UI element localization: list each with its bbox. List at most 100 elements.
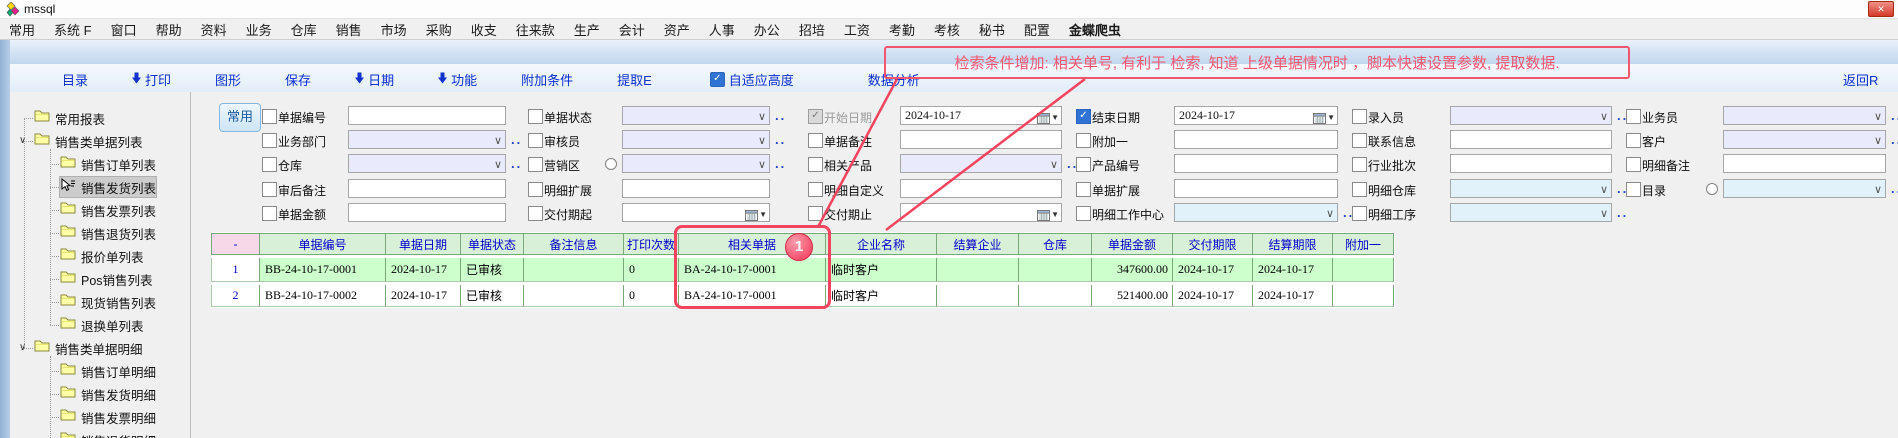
filter-checkbox-目录[interactable]	[1626, 182, 1641, 197]
table-header-备注信息[interactable]: 备注信息	[524, 233, 624, 255]
table-cell[interactable]: 2024-10-17	[1173, 285, 1253, 307]
sidebar-item-销售订单明细[interactable]: 销售订单明细	[60, 361, 156, 381]
filter-field-行业批次[interactable]	[1450, 154, 1612, 173]
filter-checkbox-仓库[interactable]	[262, 157, 277, 172]
table-header-单据编号[interactable]: 单据编号	[260, 233, 386, 255]
table-cell[interactable]: 2024-10-17	[386, 258, 461, 282]
filter-checkbox-开始日期[interactable]: ✓	[808, 109, 823, 124]
filter-field-业务员[interactable]: ∨	[1723, 106, 1886, 125]
menu-item-19[interactable]: 工资	[844, 20, 870, 39]
table-cell[interactable]: 0	[624, 258, 679, 282]
filter-field-相关产品[interactable]: ∨	[900, 154, 1062, 173]
menu-item-23[interactable]: 配置	[1024, 20, 1050, 39]
calendar-icon[interactable]: ▼	[1313, 109, 1335, 126]
sidebar-item-退换单列表[interactable]: 退换单列表	[60, 315, 144, 335]
table-header-打印次数[interactable]: 打印次数	[624, 233, 679, 255]
lookup-dots-客户[interactable]: ..	[1891, 132, 1898, 147]
menu-item-20[interactable]: 考勤	[889, 20, 915, 39]
dropdown-chevron-icon[interactable]: ∨	[1874, 132, 1882, 149]
filter-field-业务部门[interactable]: ∨	[348, 130, 506, 149]
dropdown-chevron-icon[interactable]: ∨	[1600, 108, 1608, 125]
lookup-dots-审核员[interactable]: ..	[775, 132, 786, 147]
menu-item-16[interactable]: 人事	[709, 20, 735, 39]
filter-checkbox-单据备注[interactable]	[808, 133, 823, 148]
lookup-dots-明细工序[interactable]: ..	[1617, 205, 1628, 220]
menu-item-2[interactable]: 系统 F	[54, 20, 92, 39]
table-header-rownum[interactable]: -	[211, 233, 260, 255]
table-cell[interactable]: 521400.00	[1092, 285, 1173, 307]
table-header-仓库[interactable]: 仓库	[1019, 233, 1092, 255]
dropdown-chevron-icon[interactable]: ∨	[1874, 108, 1882, 125]
calendar-icon[interactable]: ▼	[745, 206, 767, 223]
toolbar-item-5[interactable]: 日期	[355, 70, 394, 89]
table-header-交付期限[interactable]: 交付期限	[1173, 233, 1253, 255]
filter-field-录入员[interactable]: ∨	[1450, 106, 1612, 125]
sidebar-item-销售发票明细[interactable]: 销售发票明细	[60, 407, 156, 427]
filter-field-目录[interactable]: ∨	[1723, 179, 1886, 198]
filter-field-单据备注[interactable]	[900, 130, 1062, 149]
dropdown-chevron-icon[interactable]: ∨	[494, 156, 502, 173]
table-cell[interactable]: 2024-10-17	[1253, 285, 1333, 307]
filter-field-产品编号[interactable]	[1174, 154, 1338, 173]
table-cell[interactable]: 2024-10-17	[1253, 258, 1333, 282]
filter-field-交付期止[interactable]: ▼	[900, 203, 1062, 222]
filter-checkbox-业务部门[interactable]	[262, 133, 277, 148]
filter-checkbox-产品编号[interactable]	[1076, 157, 1091, 172]
filter-field-营销区[interactable]: ∨	[622, 154, 770, 173]
dropdown-chevron-icon[interactable]: ∨	[758, 108, 766, 125]
table-cell[interactable]: BB-24-10-17-0002	[260, 285, 386, 307]
toolbar-item-4[interactable]: 保存	[285, 70, 311, 89]
filter-field-单据编号[interactable]	[348, 106, 506, 125]
table-header-结算期限[interactable]: 结算期限	[1253, 233, 1333, 255]
filter-checkbox-明细仓库[interactable]	[1352, 182, 1367, 197]
filter-checkbox-营销区[interactable]	[528, 157, 543, 172]
menu-item-18[interactable]: 招培	[799, 20, 825, 39]
sidebar-item-销售退货列表[interactable]: 销售退货列表	[60, 223, 156, 243]
menu-item-4[interactable]: 帮助	[156, 20, 182, 39]
autofit-checkbox[interactable]: ✓	[710, 72, 725, 87]
calendar-icon[interactable]: ▼	[1037, 206, 1059, 223]
sidebar-item-常用报表[interactable]: 常用报表	[34, 108, 105, 128]
filter-checkbox-单据编号[interactable]	[262, 109, 277, 124]
menu-item-5[interactable]: 资料	[201, 20, 227, 39]
toolbar-item-8[interactable]: 提取E	[617, 70, 652, 89]
filter-checkbox-明细工作中心[interactable]	[1076, 206, 1091, 221]
lookup-dots-业务员[interactable]: ..	[1891, 108, 1898, 123]
filter-field-明细自定义[interactable]	[900, 179, 1062, 198]
table-cell[interactable]: 2	[211, 285, 260, 307]
table-cell[interactable]: 347600.00	[1092, 258, 1173, 282]
filter-checkbox-附加一[interactable]	[1076, 133, 1091, 148]
tab-common[interactable]: 常用	[219, 103, 261, 132]
menu-item-1[interactable]: 常用	[9, 20, 35, 39]
lookup-dots-单据状态[interactable]: ..	[775, 108, 786, 123]
filter-checkbox-客户[interactable]	[1626, 133, 1641, 148]
autofit-toggle[interactable]: ✓自适应高度	[710, 70, 794, 89]
menu-item-14[interactable]: 会计	[619, 20, 645, 39]
sidebar-item-销售订单列表[interactable]: 销售订单列表	[60, 154, 156, 174]
filter-field-仓库[interactable]: ∨	[348, 154, 506, 173]
menu-item-17[interactable]: 办公	[754, 20, 780, 39]
date-dropdown-caret[interactable]: ▼	[1327, 109, 1335, 126]
menu-item-9[interactable]: 市场	[381, 20, 407, 39]
filter-checkbox-单据状态[interactable]	[528, 109, 543, 124]
menu-item-8[interactable]: 销售	[336, 20, 362, 39]
filter-field-明细工作中心[interactable]: ∨	[1174, 203, 1338, 222]
filter-checkbox-明细扩展[interactable]	[528, 182, 543, 197]
table-cell[interactable]: 已审核	[461, 285, 524, 307]
table-cell[interactable]: 临时客户	[826, 285, 937, 307]
dropdown-chevron-icon[interactable]: ∨	[1600, 181, 1608, 198]
lookup-dots-仓库[interactable]: ..	[511, 156, 522, 171]
filter-checkbox-交付期止[interactable]	[808, 206, 823, 221]
filter-field-开始日期[interactable]: 2024-10-17▼	[900, 106, 1062, 125]
filter-field-审后备注[interactable]	[348, 179, 506, 198]
menu-item-10[interactable]: 采购	[426, 20, 452, 39]
table-cell[interactable]	[1333, 258, 1394, 282]
menu-item-11[interactable]: 收支	[471, 20, 497, 39]
lookup-dots-业务部门[interactable]: ..	[511, 132, 522, 147]
filter-checkbox-单据金额[interactable]	[262, 206, 277, 221]
table-cell[interactable]	[937, 285, 1019, 307]
menu-item-12[interactable]: 往来款	[516, 20, 555, 39]
table-cell[interactable]	[1019, 258, 1092, 282]
filter-field-客户[interactable]: ∨	[1723, 130, 1886, 149]
table-header-单据日期[interactable]: 单据日期	[386, 233, 461, 255]
